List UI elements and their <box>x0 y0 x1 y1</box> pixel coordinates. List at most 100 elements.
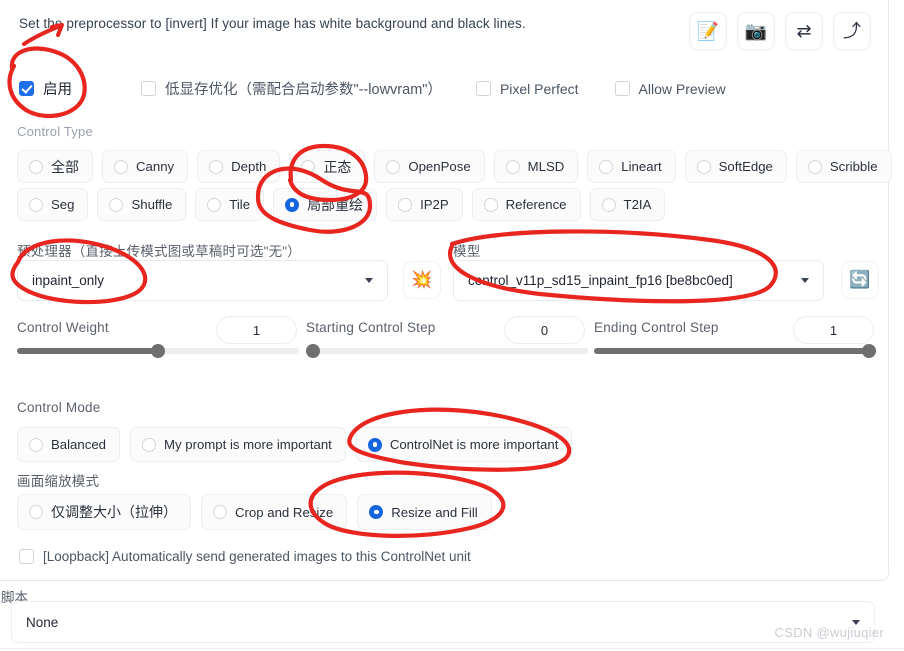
model-dropdown[interactable]: control_v11p_sd15_inpaint_fp16 [be8bc0ed… <box>453 260 824 301</box>
control-type-option-t2ia[interactable]: T2IA <box>589 188 666 221</box>
resize-mode-label: 画面缩放模式 <box>17 474 100 489</box>
starting-control-step-slider[interactable] <box>306 344 588 358</box>
checkbox-enable-box[interactable] <box>19 81 34 96</box>
resize-mode-option-resize-and-fill[interactable]: Resize and Fill <box>357 494 492 530</box>
control-type-label-openpose: OpenPose <box>408 159 471 174</box>
control-mode-label: Control Mode <box>17 400 101 415</box>
radio-reference[interactable] <box>483 197 498 212</box>
control-type-option-softedge[interactable]: SoftEdge <box>684 150 787 183</box>
radio-controlnet-important[interactable] <box>367 437 382 452</box>
starting-control-step-track <box>306 348 588 354</box>
checkbox-enable-label: 启用 <box>43 82 72 98</box>
control-weight-slider[interactable] <box>17 344 299 358</box>
radio-my-prompt[interactable] <box>142 437 156 452</box>
chevron-down-icon-script[interactable] <box>852 619 860 625</box>
preprocessor-value: inpaint_only <box>32 273 105 288</box>
upload-arrow-icon[interactable]: ⤴ <box>833 12 871 50</box>
control-type-option-shuffle[interactable]: Shuffle <box>97 188 187 221</box>
chevron-down-icon-model[interactable] <box>801 278 809 283</box>
control-type-option-openpose[interactable]: OpenPose <box>374 150 485 183</box>
control-type-row-1: 全部 Canny Depth 正态 OpenPose MLSD Lineart … <box>17 150 892 183</box>
camera-icon[interactable]: 📷 <box>737 12 775 50</box>
radio-depth[interactable] <box>209 159 224 174</box>
control-mode-label-controlnet: ControlNet is more important <box>389 437 559 452</box>
radio-softedge[interactable] <box>696 159 711 174</box>
controlnet-unit-panel: Set the preprocessor to [invert] If your… <box>0 0 892 581</box>
checkbox-enable[interactable]: 启用 <box>19 78 72 99</box>
radio-inpaint[interactable] <box>285 197 300 212</box>
checkbox-allow-preview[interactable]: Allow Preview <box>614 81 726 97</box>
ending-control-step-slider[interactable] <box>594 344 876 358</box>
checkbox-lowvram-box[interactable] <box>141 81 156 96</box>
checkbox-loopback[interactable]: [Loopback] Automatically send generated … <box>19 549 471 564</box>
control-type-option-tile[interactable]: Tile <box>195 188 265 221</box>
script-dropdown[interactable]: None <box>11 601 875 643</box>
control-type-option-scribble[interactable]: Scribble <box>795 150 892 183</box>
checkbox-lowvram[interactable]: 低显存优化（需配合启动参数"--lowvram"） <box>141 78 442 99</box>
control-type-option-depth[interactable]: Depth <box>197 150 281 183</box>
control-type-option-mlsd[interactable]: MLSD <box>493 150 579 183</box>
control-type-option-seg[interactable]: Seg <box>17 188 89 221</box>
radio-scribble[interactable] <box>807 159 822 174</box>
control-type-option-canny[interactable]: Canny <box>102 150 189 183</box>
radio-seg[interactable] <box>29 197 43 212</box>
control-type-option-lineart[interactable]: Lineart <box>587 150 676 183</box>
starting-control-step-thumb[interactable] <box>306 344 320 358</box>
radio-ip2p[interactable] <box>398 197 413 212</box>
checkbox-loopback-box[interactable] <box>19 549 34 564</box>
swap-icon[interactable]: ⇄ <box>785 12 823 50</box>
radio-tile[interactable] <box>207 197 222 212</box>
control-type-label-inpaint: 局部重绘 <box>307 196 364 213</box>
radio-all[interactable] <box>29 159 43 174</box>
control-type-label-ip2p: IP2P <box>420 197 449 212</box>
starting-control-step-value[interactable]: 0 <box>504 316 585 344</box>
refresh-icon[interactable]: 🔄 <box>841 261 879 299</box>
checkbox-loopback-label: [Loopback] Automatically send generated … <box>43 549 471 564</box>
control-type-label: Control Type <box>17 124 93 139</box>
radio-normalmap[interactable] <box>301 159 316 174</box>
preprocessor-dropdown[interactable]: inpaint_only <box>17 260 388 301</box>
chevron-down-icon[interactable] <box>365 278 373 283</box>
radio-lineart[interactable] <box>599 159 614 174</box>
radio-crop-and-resize[interactable] <box>213 505 227 519</box>
control-mode-option-balanced[interactable]: Balanced <box>17 427 120 462</box>
radio-canny[interactable] <box>114 159 128 174</box>
control-type-label-reference: Reference <box>505 197 567 212</box>
explosion-icon[interactable]: 💥 <box>403 261 441 299</box>
radio-mlsd[interactable] <box>505 159 520 174</box>
preprocessor-hint-text: Set the preprocessor to [invert] If your… <box>19 16 526 31</box>
radio-balanced[interactable] <box>29 437 43 452</box>
control-mode-label-my-prompt: My prompt is more important <box>164 437 332 452</box>
control-type-label-canny: Canny <box>136 159 175 174</box>
resize-mode-option-crop-and-resize[interactable]: Crop and Resize <box>201 494 348 530</box>
watermark-text: CSDN @wujiuqier <box>774 625 884 640</box>
control-type-label-lineart: Lineart <box>621 159 662 174</box>
radio-resize-and-fill[interactable] <box>369 505 384 519</box>
radio-shuffle[interactable] <box>109 197 124 212</box>
control-mode-option-my-prompt[interactable]: My prompt is more important <box>130 427 346 462</box>
checkbox-pixel-perfect-box[interactable] <box>475 81 491 96</box>
radio-openpose[interactable] <box>386 159 401 174</box>
checkbox-lowvram-label: 低显存优化（需配合启动参数"--lowvram"） <box>165 82 442 98</box>
ending-control-step-thumb[interactable] <box>862 344 876 358</box>
control-weight-value[interactable]: 1 <box>216 316 297 344</box>
script-value: None <box>26 614 59 630</box>
control-type-option-normalmap[interactable]: 正态 <box>289 150 366 183</box>
control-type-option-inpaint[interactable]: 局部重绘 <box>273 188 378 221</box>
radio-just-resize[interactable] <box>29 505 43 519</box>
resize-mode-option-just-resize[interactable]: 仅调整大小（拉伸） <box>17 494 191 530</box>
control-type-option-ip2p[interactable]: IP2P <box>386 188 463 221</box>
control-type-label-all: 全部 <box>51 158 79 175</box>
ending-control-step-value[interactable]: 1 <box>793 316 874 344</box>
control-mode-row: Balanced My prompt is more important Con… <box>17 427 573 462</box>
checkbox-pixel-perfect[interactable]: Pixel Perfect <box>475 81 579 97</box>
control-type-option-reference[interactable]: Reference <box>471 188 581 221</box>
radio-t2ia[interactable] <box>601 197 616 212</box>
checkbox-allow-preview-box[interactable] <box>614 81 630 96</box>
control-type-option-all[interactable]: 全部 <box>17 150 93 183</box>
edit-note-icon[interactable]: 📝 <box>689 12 727 50</box>
control-mode-option-controlnet[interactable]: ControlNet is more important <box>355 427 573 462</box>
control-type-label-softedge: SoftEdge <box>718 159 773 174</box>
controlnet-panel-screenshot: Set the preprocessor to [invert] If your… <box>0 0 904 651</box>
control-weight-thumb[interactable] <box>151 344 165 358</box>
